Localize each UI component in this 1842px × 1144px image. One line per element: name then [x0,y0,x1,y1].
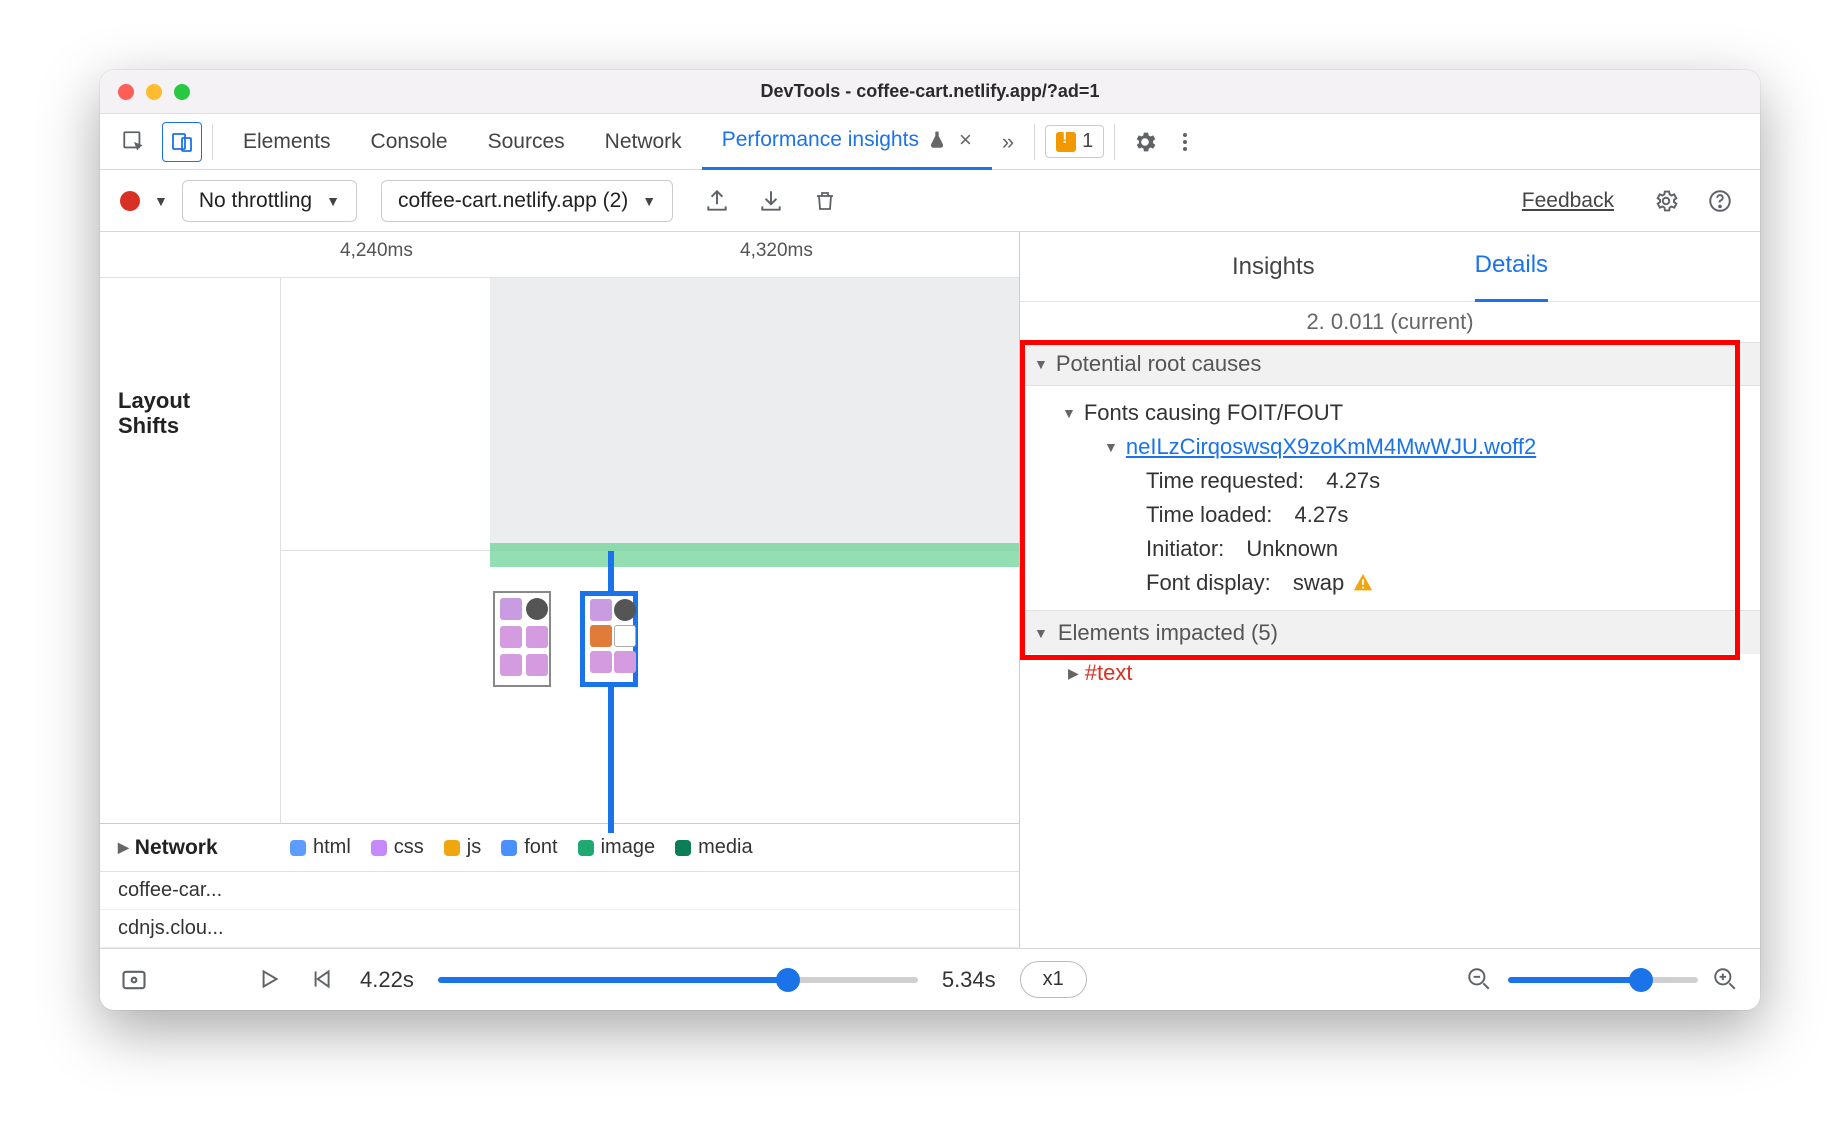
time-ruler: 4,240ms 4,320ms [100,232,1019,278]
zoom-in-icon[interactable] [1712,966,1740,994]
time-tick: 4,320ms [740,240,813,262]
layout-shifts-track[interactable]: Layout Shifts [100,278,1019,824]
zoom-slider[interactable] [1508,977,1698,983]
record-button[interactable] [120,191,140,211]
font-file-row[interactable]: ▼ neILzCirqoswsqX9zoKmM4MwWJU.woff2 [1036,430,1744,464]
frame-thumbnail-selected[interactable] [580,591,638,687]
time-requested-row: Time requested: 4.27s [1036,464,1744,498]
initiator-row: Initiator: Unknown [1036,532,1744,566]
warning-icon [1352,572,1374,594]
time-loaded-row: Time loaded: 4.27s [1036,498,1744,532]
playback-slider[interactable] [438,977,918,983]
recording-select[interactable]: coffee-cart.netlify.app (2) ▼ [381,180,673,222]
playback-bar: 4.22s 5.34s x1 [100,948,1760,1010]
layout-shifts-label: Layout Shifts [118,388,190,439]
tab-console[interactable]: Console [351,114,468,170]
titlebar: DevTools - coffee-cart.netlify.app/?ad=1 [100,70,1760,114]
skip-to-start-icon[interactable] [308,966,336,994]
feedback-link[interactable]: Feedback [1522,189,1614,213]
font-file-link[interactable]: neILzCirqoswsqX9zoKmM4MwWJU.woff2 [1126,434,1536,460]
inspect-element-icon[interactable] [114,122,154,162]
time-tick: 4,240ms [340,240,413,262]
fonts-foit-fout-row[interactable]: ▼ Fonts causing FOIT/FOUT [1036,396,1744,430]
impacted-text-node[interactable]: ▶ #text [1020,654,1760,686]
tab-elements[interactable]: Elements [223,114,351,170]
settings-gear-icon[interactable] [1125,122,1165,162]
device-toolbar-icon[interactable] [162,122,202,162]
network-request-row[interactable]: coffee-car... [100,872,1019,910]
throttling-select[interactable]: No throttling ▼ [182,180,357,222]
zoom-out-icon[interactable] [1466,966,1494,994]
delete-icon[interactable] [805,181,845,221]
network-legend: html css js font image media [280,836,753,859]
devtools-window: DevTools - coffee-cart.netlify.app/?ad=1… [100,70,1760,1010]
tab-performance-insights[interactable]: Performance insights × [702,114,992,170]
network-request-row[interactable]: cdnjs.clou... [100,910,1019,948]
network-label: ▶ Network [100,836,280,860]
issues-counter[interactable]: 1 [1045,125,1104,158]
sidebar-tabs: Insights Details [1020,232,1760,302]
playback-start-time: 4.22s [360,967,414,993]
tab-details[interactable]: Details [1475,232,1548,302]
issues-count: 1 [1082,130,1093,153]
layout-shift-bar [490,543,1019,567]
chevron-down-icon: ▼ [1062,405,1076,421]
timeline-pane: 4,240ms 4,320ms Layout Shifts [100,232,1020,948]
panel-settings-icon[interactable] [1646,181,1686,221]
playback-end-time: 5.34s [942,967,996,993]
panel-tabbar: Elements Console Sources Network Perform… [100,114,1760,170]
font-display-row: Font display: swap [1036,566,1744,600]
throttling-label: No throttling [199,189,312,213]
elements-impacted-header[interactable]: ▼ Elements impacted (5) [1020,610,1760,654]
issue-warning-icon [1056,132,1076,152]
minimize-window-button[interactable] [146,84,162,100]
close-tab-icon[interactable]: × [959,127,972,153]
chevron-down-icon: ▼ [1104,439,1118,455]
chevron-right-icon: ▶ [118,839,129,856]
window-title: DevTools - coffee-cart.netlify.app/?ad=1 [100,81,1760,102]
export-icon[interactable] [697,181,737,221]
help-icon[interactable] [1700,181,1740,221]
replay-settings-icon[interactable] [120,966,148,994]
recording-select-label: coffee-cart.netlify.app (2) [398,189,628,213]
tab-network[interactable]: Network [585,114,702,170]
chevron-down-icon: ▼ [1034,625,1048,641]
frame-thumbnail[interactable] [493,591,551,687]
playback-speed[interactable]: x1 [1020,961,1087,998]
more-tabs-icon[interactable]: » [992,129,1024,155]
details-content: ▼ Potential root causes ▼ Fonts causing … [1020,342,1760,948]
close-window-button[interactable] [118,84,134,100]
play-icon[interactable] [256,966,284,994]
chevron-down-icon: ▼ [1034,356,1048,372]
chevron-right-icon: ▶ [1068,665,1079,682]
recording-toolbar: ▼ No throttling ▼ coffee-cart.netlify.ap… [100,170,1760,232]
import-icon[interactable] [751,181,791,221]
network-track-header[interactable]: ▶ Network html css js font image media [100,824,1019,872]
main-content: 4,240ms 4,320ms Layout Shifts [100,232,1760,948]
tab-performance-insights-label: Performance insights [722,128,919,152]
kebab-menu-icon[interactable] [1165,122,1205,162]
tab-insights[interactable]: Insights [1232,232,1315,302]
root-causes-header[interactable]: ▼ Potential root causes [1020,342,1760,386]
record-options-caret[interactable]: ▼ [154,193,168,209]
tab-sources[interactable]: Sources [468,114,585,170]
maximize-window-button[interactable] [174,84,190,100]
flask-icon [927,130,947,150]
cls-current-line: 2. 0.011 (current) [1020,302,1760,342]
sidebar-pane: Insights Details 2. 0.011 (current) ▼ Po… [1020,232,1760,948]
traffic-lights [118,84,190,100]
